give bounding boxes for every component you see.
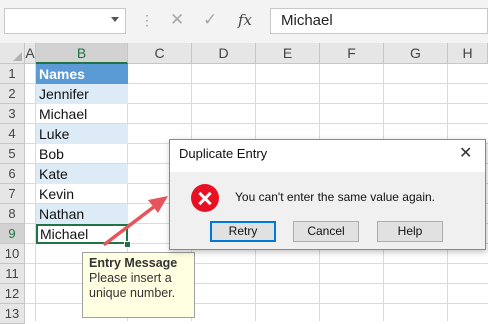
error-icon [191,184,219,212]
arrow-shaft [103,204,157,246]
duplicate-entry-dialog: Duplicate Entry ✕ You can't enter the sa… [169,139,486,250]
help-button[interactable]: Help [377,221,443,242]
dialog-message: You can't enter the same value again. [235,190,435,204]
close-icon[interactable]: ✕ [459,143,472,163]
cancel-button[interactable]: Cancel [293,221,359,242]
dialog-title: Duplicate Entry [179,146,268,161]
retry-button[interactable]: Retry [210,221,276,242]
dialog-body: You can't enter the same value again. Re… [170,172,485,249]
